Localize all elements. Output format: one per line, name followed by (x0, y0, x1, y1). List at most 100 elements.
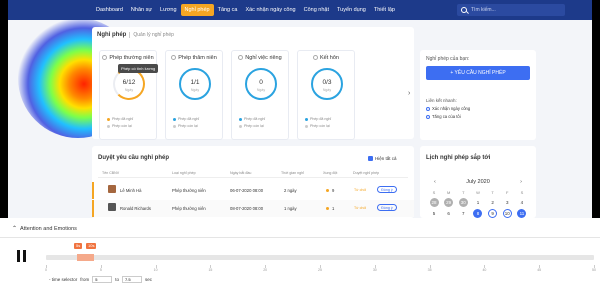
quick-links-title: Liên kết nhanh: (426, 98, 457, 103)
leave-summary-card: Nghỉ phép Quản lý nghỉ phép Phép thường … (92, 27, 414, 140)
leave-stat-card[interactable]: Phép thâm niên 1/1 Ngày Phép đã nghỉ Phép cò… (165, 50, 223, 140)
request-leave-button[interactable]: + YÊU CẦU NGHỈ PHÉP (426, 66, 530, 80)
leave-type: Phép thường niên (172, 206, 206, 211)
emotions-panel-toggle[interactable]: ⌃ Attention and Emotions (12, 225, 77, 233)
calendar-day[interactable]: 29 (444, 198, 454, 207)
conflict-count: 1 (332, 206, 335, 211)
from-input[interactable] (92, 276, 113, 283)
legend-label: Phép còn lại (112, 124, 132, 128)
calendar-title: Lịch nghỉ phép sắp tới (426, 155, 491, 161)
breadcrumb-separator (129, 32, 131, 38)
stat-title: Nghỉ việc riêng (232, 55, 288, 61)
chevron-right-icon[interactable]: › (520, 179, 522, 185)
calendar-week: 28 29 30 1 2 3 4 (428, 198, 528, 207)
info-icon (171, 55, 177, 60)
legend-item: Phép đã nghỉ (107, 117, 133, 121)
nav-item[interactable]: Nhân sự (127, 4, 156, 16)
legend-label: Phép đã nghỉ (244, 117, 266, 121)
pause-icon[interactable] (17, 250, 27, 262)
breadcrumb-sub[interactable]: Quản lý nghỉ phép (133, 32, 174, 38)
calendar-day[interactable]: 5 (428, 209, 440, 218)
calendar-day[interactable]: 10 (502, 209, 512, 218)
range-start-handle[interactable]: 5s (74, 243, 83, 249)
legend-item: Phép còn lại (173, 124, 198, 128)
calendar-day[interactable]: 11 (517, 209, 527, 218)
leave-stat-card[interactable]: Kết hôn 0/3 Ngày Phép đã nghỉ Phép còn lại (297, 50, 355, 140)
calendar-day[interactable]: 3 (501, 198, 513, 207)
stat-title: Phép thâm niên (166, 55, 222, 61)
nav-item[interactable]: Lương (156, 4, 180, 16)
breadcrumb: Nghỉ phép Quản lý nghỉ phép (97, 32, 174, 38)
from-label: from (80, 277, 90, 282)
progress-ring: 1/1 Ngày (179, 68, 211, 100)
timeline-tick-label: 40 (482, 268, 487, 272)
chevron-right-icon[interactable]: › (408, 90, 410, 97)
calendar-day[interactable]: 9 (488, 209, 498, 218)
leave-stat-card[interactable]: Nghỉ việc riêng 0 Ngày Phép đã nghỉ Phép còn… (231, 50, 289, 140)
nav-item[interactable]: Công nhật (300, 4, 333, 16)
selected-range[interactable] (77, 254, 94, 261)
progress-ring: 0/3 Ngày (311, 68, 343, 100)
avatar (108, 185, 116, 193)
checkbox-checked-icon[interactable] (368, 156, 373, 161)
nav-item[interactable]: Dashboard (92, 4, 127, 16)
timeline-track[interactable] (46, 255, 594, 260)
calendar-day[interactable]: 6 (443, 209, 455, 218)
timeline-tick-label: 20 (263, 268, 268, 272)
leave-type: Phép thường niên (172, 188, 206, 193)
nav-item[interactable]: Thiết lập (370, 4, 399, 16)
leave-request-card: Nghỉ phép của bạn: + YÊU CẦU NGHỈ PHÉP L… (420, 50, 536, 140)
weekday-label: M (446, 190, 451, 195)
calendar-day[interactable]: 30 (458, 198, 468, 207)
quick-link-timesheet[interactable]: Xác nhận ngày công (426, 106, 470, 111)
approve-button[interactable]: Đồng ý (377, 204, 397, 211)
nav-item[interactable]: Tuyển dụng (333, 4, 370, 16)
to-input[interactable] (122, 276, 143, 283)
stat-value: 0/3 (322, 79, 332, 86)
conflict-dot-icon (326, 207, 329, 210)
range-end-handle[interactable]: 10s (86, 243, 97, 249)
legend-item: Phép đã nghỉ (173, 117, 199, 121)
search-icon (461, 7, 467, 13)
legend-label: Phép đã nghỉ (178, 117, 200, 121)
search-box[interactable]: Tìm kiếm... (457, 4, 565, 16)
stat-title-text: Nghỉ việc riêng (245, 55, 282, 61)
start-date: 06-07-2020 08:00 (230, 188, 264, 193)
nav-item[interactable]: Nghỉ phép (180, 4, 214, 16)
calendar-day[interactable]: 4 (516, 198, 528, 207)
stat-unit: Ngày (322, 88, 332, 92)
top-navigation: Dashboard Nhân sự Lương Nghỉ phép Tăng ca Xác… (8, 0, 592, 20)
weekday-label: W (476, 190, 480, 195)
calendar-day[interactable]: 7 (457, 209, 469, 218)
show-all-toggle[interactable]: Hiện tất cả (368, 156, 397, 161)
legend-label: Phép đã nghỉ (310, 117, 332, 121)
approve-button[interactable]: Đồng ý (377, 186, 397, 193)
legend-label: Phép đã nghỉ (112, 117, 134, 121)
search-placeholder: Tìm kiếm... (471, 7, 496, 13)
reject-link[interactable]: Từ chối (354, 188, 366, 192)
nav-item[interactable]: Xác nhận ngày công (241, 4, 299, 16)
calendar-day[interactable]: 1 (472, 198, 484, 207)
quick-link-label: Xác nhận ngày công (432, 106, 471, 111)
chevron-up-icon: ⌃ (12, 226, 18, 232)
weekday-label: F (506, 190, 509, 195)
table-row[interactable]: Ronald Richards Phép thường niên 08-07-2… (92, 200, 414, 217)
calendar-day[interactable]: 28 (429, 198, 439, 207)
legend-dot-icon (107, 124, 110, 128)
quick-link-overtime[interactable]: Tăng ca của tôi (426, 114, 461, 119)
timeline-tick-label: 0 (45, 268, 47, 272)
employee-name: Lê Minh Hà (120, 188, 142, 193)
calendar-day[interactable]: 2 (487, 198, 499, 207)
time-selector: - time selector from to sec (49, 276, 152, 283)
calendar-day[interactable]: 8 (473, 209, 483, 218)
nav-item[interactable]: Tăng ca (214, 4, 242, 16)
timeline-tick-label: 25 (318, 268, 322, 272)
reject-link[interactable]: Từ chối (354, 206, 366, 210)
legend-dot-icon (107, 117, 110, 121)
legend-item: Phép còn lại (305, 124, 330, 128)
stat-title: Phép thường niên (100, 55, 156, 61)
table-row[interactable]: Lê Minh Hà Phép thường niên 06-07-2020 0… (92, 182, 414, 199)
stat-unit: Ngày (124, 88, 134, 92)
timeline-tick-label: 45 (537, 268, 542, 272)
request-button-label: YÊU CẦU NGHỈ PHÉP (454, 70, 506, 76)
